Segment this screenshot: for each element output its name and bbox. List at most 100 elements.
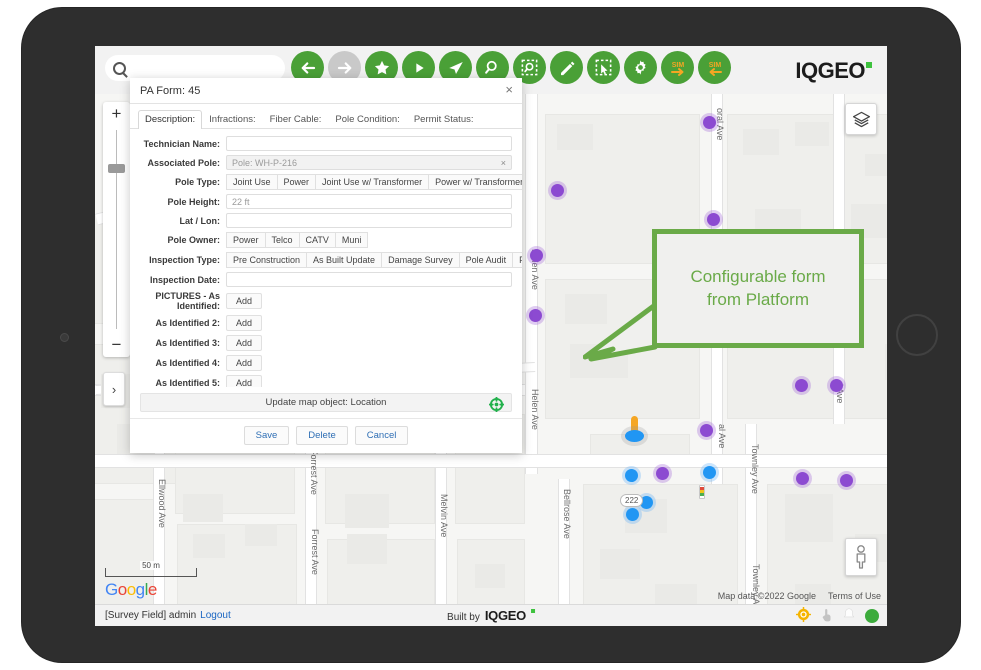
segment-option[interactable]: As Built Update [306,252,383,268]
form-tab[interactable]: Fiber Cable: [263,110,329,128]
pencil-icon[interactable] [550,51,583,84]
home-button[interactable] [896,314,938,356]
map-marker[interactable] [529,309,542,322]
map-marker[interactable] [551,184,564,197]
form-tab[interactable]: Pole Condition: [328,110,406,128]
map-marker[interactable] [703,116,716,129]
clear-icon[interactable]: × [501,156,506,170]
logout-link[interactable]: Logout [200,610,231,621]
form-footer-buttons[interactable]: Save Delete Cancel [130,418,522,453]
map-marker[interactable] [840,474,853,487]
form-field-control[interactable]: Power Telco CATV Muni [226,232,512,248]
segment-option[interactable]: Joint Use w/ Transformer [315,174,430,190]
form-field-control[interactable]: Pre Construction As Built Update Damage Su… [226,252,522,268]
form-field-control[interactable]: Joint Use Power Joint Use w/ Transformer Po… [226,174,522,190]
zoom-out-button[interactable]: − [103,333,130,357]
form-field-control[interactable] [226,272,512,287]
map-marker[interactable] [707,213,720,226]
segmented-control[interactable]: Joint Use Power Joint Use w/ Transformer Po… [226,174,522,190]
map-marker[interactable] [830,379,843,392]
form-tab[interactable]: Permit Status: [407,110,481,128]
segment-option[interactable]: Pre Construction [226,252,308,268]
text-input[interactable] [226,272,512,287]
streetview-marker-icon[interactable] [625,416,644,442]
segmented-control[interactable]: Pre Construction As Built Update Damage Su… [226,252,522,268]
add-button[interactable]: Add [226,355,263,371]
form-row: Inspection Type: Pre Construction As Built… [140,252,522,268]
sim-out-icon[interactable]: SIM [661,51,694,84]
online-status-icon[interactable] [865,608,879,623]
segment-option[interactable]: CATV [298,232,336,248]
map-marker[interactable] [703,466,716,479]
update-map-object-button[interactable]: Update map object: Location [140,393,512,415]
bell-icon[interactable] [842,607,856,624]
segment-option[interactable]: Joint Use [226,174,278,190]
add-button[interactable]: Add [226,315,263,331]
search-input[interactable] [131,61,271,75]
segment-option[interactable]: Telco [264,232,300,248]
form-field-control[interactable] [226,136,512,151]
form-field-control[interactable]: Add [226,355,512,371]
form-body[interactable]: Technician Name: Associated Pole: Pole: WH… [130,129,522,388]
text-input[interactable] [226,213,512,228]
status-bar: [Survey Field] admin Logout Built by IQG… [95,604,887,626]
text-input[interactable] [226,136,512,151]
form-field-control[interactable]: Add [226,375,512,388]
zoom-slider-handle[interactable] [108,164,125,173]
add-button[interactable]: Add [226,375,263,388]
gps-icon[interactable] [795,606,812,625]
form-field-control[interactable]: Pole: WH-P-216 × [226,155,512,170]
pegman-button[interactable] [845,538,877,576]
close-icon[interactable]: × [505,83,513,97]
status-icon-group[interactable] [795,606,879,625]
segment-option[interactable]: Power [276,174,317,190]
target-icon[interactable] [488,396,505,415]
segment-option[interactable]: Power w/ Transformer [428,174,522,190]
callout-line-2: from Platform [706,289,810,309]
associated-pole-field[interactable]: Pole: WH-P-216 × [226,155,512,170]
map-marker[interactable] [700,424,713,437]
segment-option[interactable]: Permitting [512,252,522,268]
form-field-control[interactable]: Add [226,315,512,331]
street-label: Townley Ave [750,444,760,494]
panel-toggle-button[interactable]: › [103,372,125,406]
segment-option[interactable]: Pole Audit [458,252,514,268]
map-marker[interactable] [626,508,639,521]
segment-option[interactable]: Damage Survey [381,252,460,268]
map-marker[interactable] [625,469,638,482]
gear-icon[interactable] [624,51,657,84]
save-button[interactable]: Save [243,426,290,445]
pa-form-dialog[interactable]: PA Form: 45 × Description: Infractions: Fi… [130,78,522,453]
map-marker[interactable] [795,379,808,392]
zoom-in-button[interactable]: + [103,102,130,126]
form-field-control[interactable]: Add [226,293,512,309]
delete-button[interactable]: Delete [296,426,348,445]
form-tabs[interactable]: Description: Infractions: Fiber Cable: Pole… [130,104,522,129]
layers-button[interactable] [845,103,877,135]
zoom-control[interactable]: + − [103,102,130,357]
select-box-icon[interactable] [587,51,620,84]
text-input[interactable]: 22 ft [226,194,512,209]
form-field-label: As Identified 4: [155,358,220,368]
cancel-button[interactable]: Cancel [354,426,409,445]
form-tab[interactable]: Description: [138,110,203,129]
map-marker[interactable] [796,472,809,485]
form-tab[interactable]: Infractions: [202,110,262,128]
add-button[interactable]: Add [226,293,263,309]
segment-option[interactable]: Muni [334,232,369,248]
add-button[interactable]: Add [226,335,263,351]
form-field-control[interactable]: 22 ft [226,194,512,209]
form-header: PA Form: 45 × [130,78,522,104]
callout-pointer [583,302,658,362]
terms-of-use-link[interactable]: Terms of Use [828,591,881,601]
sim-in-icon[interactable]: SIM [698,51,731,84]
zoom-track[interactable] [116,130,117,329]
form-field-control[interactable]: Add [226,335,512,351]
form-field-control[interactable] [226,213,512,228]
touch-icon[interactable] [820,607,833,625]
map-marker[interactable] [530,249,543,262]
segmented-control[interactable]: Power Telco CATV Muni [226,232,512,248]
map-marker[interactable] [656,467,669,480]
segment-option[interactable]: Power [226,232,266,248]
form-row: PICTURES - As Identified: Add [140,291,512,311]
